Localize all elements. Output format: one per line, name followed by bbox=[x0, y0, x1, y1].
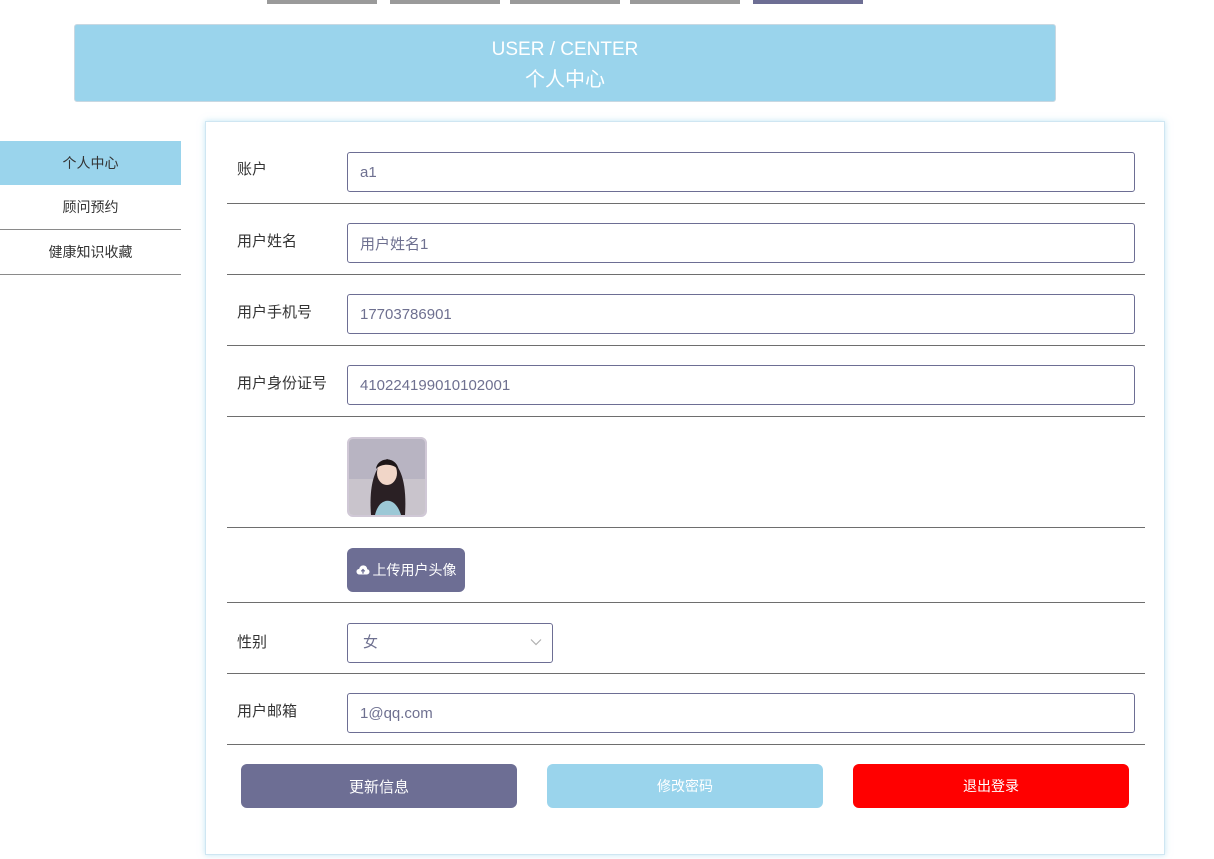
avatar bbox=[347, 437, 427, 517]
upload-avatar-button[interactable]: 上传用户头像 bbox=[347, 548, 465, 592]
form-row-id-number: 用户身份证号 bbox=[227, 346, 1145, 417]
form-row-gender: 性别 女 bbox=[227, 603, 1145, 674]
id-number-field[interactable] bbox=[347, 365, 1135, 405]
logout-button[interactable]: 退出登录 bbox=[853, 764, 1129, 808]
chevron-down-icon bbox=[530, 639, 542, 646]
sidebar: 个人中心 顾问预约 健康知识收藏 bbox=[0, 141, 181, 275]
username-label: 用户姓名 bbox=[237, 233, 298, 250]
top-nav-tab-5-active[interactable] bbox=[753, 0, 863, 4]
gender-label: 性别 bbox=[237, 634, 268, 651]
top-nav-tab-2[interactable] bbox=[390, 0, 500, 4]
form-row-upload: 上传用户头像 bbox=[227, 528, 1145, 603]
page-title-cn: 个人中心 bbox=[525, 69, 605, 91]
page-title-en: USER / CENTER bbox=[491, 39, 639, 60]
account-field[interactable] bbox=[347, 152, 1135, 192]
account-label: 账户 bbox=[237, 161, 268, 178]
sidebar-item-personal-center[interactable]: 个人中心 bbox=[0, 141, 181, 185]
page-banner: USER / CENTER 个人中心 bbox=[74, 24, 1056, 102]
top-nav-tab-4[interactable] bbox=[630, 0, 740, 4]
change-password-button[interactable]: 修改密码 bbox=[547, 764, 823, 808]
email-field[interactable] bbox=[347, 693, 1135, 733]
username-field[interactable] bbox=[347, 223, 1135, 263]
avatar-photo bbox=[349, 439, 425, 515]
email-label: 用户邮箱 bbox=[237, 703, 298, 720]
phone-field[interactable] bbox=[347, 294, 1135, 334]
sidebar-item-consultant-booking[interactable]: 顾问预约 bbox=[0, 185, 181, 230]
update-info-button[interactable]: 更新信息 bbox=[241, 764, 517, 808]
gender-selected-value: 女 bbox=[363, 634, 379, 651]
form-row-avatar bbox=[227, 417, 1145, 528]
id-number-label: 用户身份证号 bbox=[237, 375, 328, 392]
upload-avatar-label: 上传用户头像 bbox=[372, 562, 457, 578]
cloud-upload-icon bbox=[356, 565, 369, 575]
gender-select[interactable]: 女 bbox=[347, 623, 553, 663]
profile-form-panel: 账户 用户姓名 用户手机号 用户身份证号 bbox=[205, 121, 1165, 855]
phone-label: 用户手机号 bbox=[237, 304, 313, 321]
form-row-email: 用户邮箱 bbox=[227, 674, 1145, 745]
top-nav-tab-3[interactable] bbox=[510, 0, 620, 4]
sidebar-item-health-favorites[interactable]: 健康知识收藏 bbox=[0, 230, 181, 275]
form-row-username: 用户姓名 bbox=[227, 204, 1145, 275]
form-row-phone: 用户手机号 bbox=[227, 275, 1145, 346]
form-row-account: 账户 bbox=[227, 122, 1145, 204]
top-nav-tab-1[interactable] bbox=[267, 0, 377, 4]
